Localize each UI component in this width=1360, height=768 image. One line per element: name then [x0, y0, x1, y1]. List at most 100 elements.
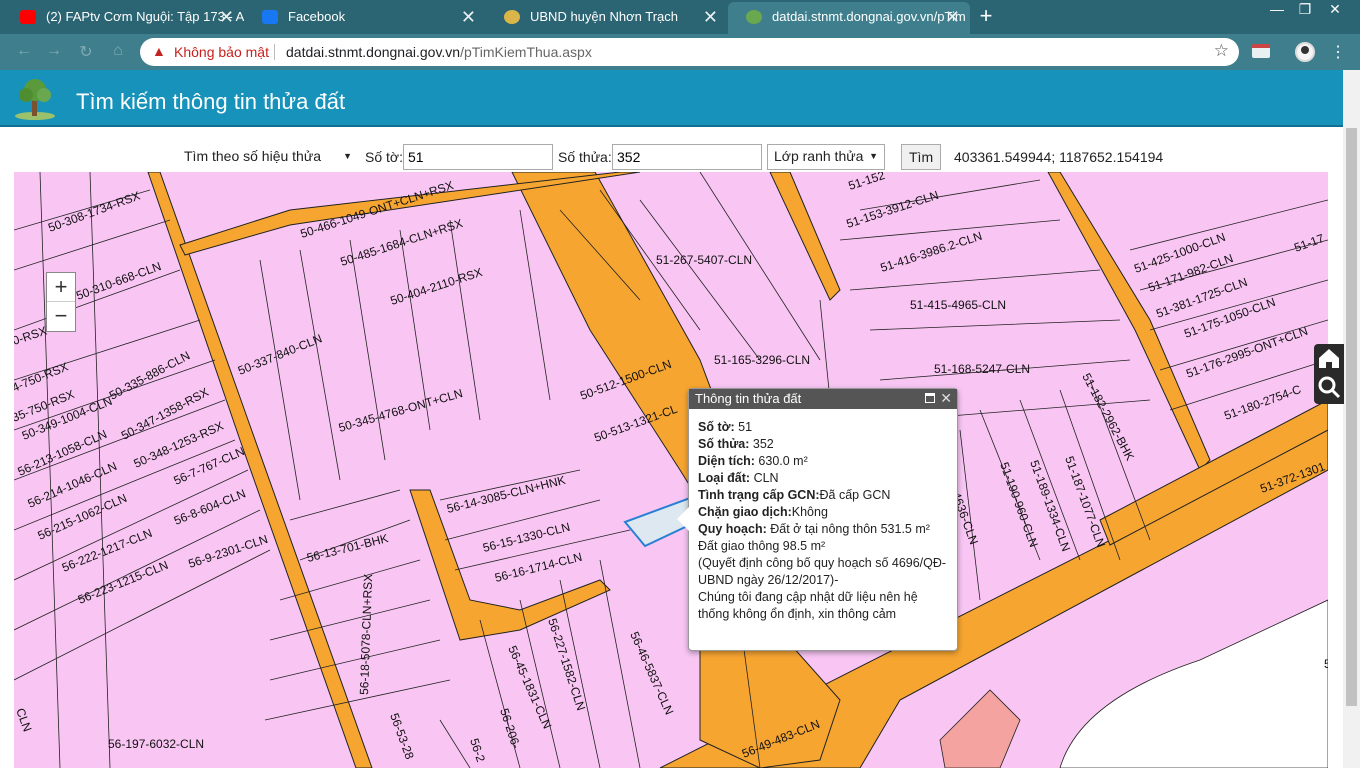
- browser-tab-ubnd[interactable]: UBND huyện Nhơn Trạch ✕: [486, 2, 728, 34]
- tab-title: UBND huyện Nhơn Trạch: [530, 9, 678, 24]
- browser-tab-strip: (2) FAPtv Cơm Nguội: Tập 173 - A ✕ Faceb…: [0, 0, 1360, 34]
- reload-icon[interactable]: ↻: [76, 42, 96, 62]
- field-value: 630.0 m²: [754, 454, 808, 468]
- maximize-icon[interactable]: [925, 393, 935, 403]
- parcel-label: 50-335-886-CLN: [107, 348, 192, 402]
- zoom-in-button[interactable]: +: [47, 273, 75, 302]
- sheet-number-input[interactable]: [403, 144, 553, 170]
- field-land-type: Loại đất: CLN: [698, 470, 948, 487]
- popup-titlebar: Thông tin thửa đất ✕: [689, 389, 957, 409]
- zoom-control: + −: [46, 272, 76, 332]
- field-value: 51: [734, 420, 753, 434]
- parcel-label: 56-15-1330-CLN: [481, 520, 571, 555]
- browser-tab-facebook[interactable]: Facebook ✕: [244, 2, 486, 34]
- browser-tab-datdai[interactable]: datdai.stnmt.dongnai.gov.vn/pTim ✕: [728, 2, 970, 34]
- close-tab-icon[interactable]: ✕: [219, 2, 234, 32]
- tree-logo-icon: [15, 79, 55, 120]
- parcel-label: 56-197-6032-CLN: [108, 737, 204, 751]
- close-window-button[interactable]: ✕: [1320, 0, 1350, 20]
- parcel-label: 51-415-4965-CLN: [910, 298, 1006, 312]
- field-label: Diện tích:: [698, 454, 755, 468]
- minimize-button[interactable]: —: [1262, 0, 1292, 20]
- avatar[interactable]: [1295, 42, 1315, 62]
- field-value: CLN: [750, 471, 779, 485]
- parcel-label: 51-416-3986.2-CLN: [879, 229, 984, 275]
- warning-icon: ▲: [152, 43, 166, 59]
- parcel-label: 56-14-3085-CLN+HNK: [445, 473, 567, 516]
- field-label: Số tờ:: [698, 420, 735, 434]
- home-icon[interactable]: ⌂: [108, 42, 128, 62]
- parcel-label: 51-182-2962-BHK: [1079, 371, 1137, 463]
- close-tab-icon[interactable]: ✕: [945, 2, 960, 32]
- parcel-label: 51-168-5247-CLN: [934, 362, 1030, 376]
- tab-title: Facebook: [288, 9, 346, 24]
- parcel-label: 50-345-4768-ONT+CLN: [337, 386, 464, 435]
- new-tab-button[interactable]: +: [972, 5, 1000, 29]
- home-icon[interactable]: [1319, 349, 1339, 368]
- government-emblem-icon: [504, 10, 520, 24]
- search-mode-select[interactable]: Tìm theo số hiệu thửa đất: [177, 144, 359, 186]
- browser-toolbar: ← → ↻ ⌂ ▲ Không bảo mật datdai.stnmt.don…: [0, 34, 1360, 70]
- parcel-label: 56-18-5078-CLN+RSX: [357, 574, 375, 695]
- url-host: datdai.stnmt.dongnai.gov.vn: [286, 44, 461, 60]
- white-area: [1059, 599, 1328, 768]
- popup-body: Số tờ: 51 Số thửa: 352 Diện tích: 630.0 …: [689, 409, 957, 623]
- parcel-label: 56-227-1582-CLN: [545, 617, 588, 713]
- parcel-label: 51-165-3296-CLN: [714, 353, 810, 367]
- browser-tab-youtube[interactable]: (2) FAPtv Cơm Nguội: Tập 173 - A ✕: [2, 2, 244, 34]
- tab-title: datdai.stnmt.dongnai.gov.vn/pTim: [772, 9, 966, 24]
- address-bar[interactable]: ▲ Không bảo mật datdai.stnmt.dongnai.gov…: [140, 38, 1239, 66]
- parcel-label: 51-152: [847, 172, 887, 193]
- search-icon[interactable]: [1318, 376, 1341, 399]
- parcel-label: 50-404-2110-RSX: [389, 265, 484, 308]
- parcel-number-input[interactable]: [612, 144, 762, 170]
- close-tab-icon[interactable]: ✕: [703, 2, 718, 32]
- bookmark-star-icon[interactable]: ☆: [1214, 41, 1229, 61]
- youtube-icon: [20, 10, 36, 24]
- parcel-label: 56-16-1714-CLN: [493, 550, 583, 585]
- url-path: /pTimKiemThua.aspx: [460, 44, 592, 60]
- field-transaction-block: Chặn giao dịch:Không: [698, 504, 948, 521]
- browser-menu-icon[interactable]: ⋮: [1330, 42, 1346, 62]
- field-sheet: Số tờ: 51: [698, 419, 948, 436]
- parcel-label: 56-223-1215-CLN: [76, 558, 170, 607]
- parcel-label: 56-53-28: [387, 711, 417, 761]
- field-label: Số thửa:: [698, 437, 750, 451]
- facebook-icon: [262, 10, 278, 24]
- search-button[interactable]: Tìm: [901, 144, 942, 170]
- cadastral-map[interactable]: 50-308-1734-RSX 50-310-668-CLN 50-466-1049…: [14, 172, 1328, 768]
- extension-icon[interactable]: [1252, 44, 1270, 58]
- search-controls: Tìm theo số hiệu thửa đất Số tờ: Số thửa…: [0, 128, 1343, 186]
- field-value: Đất ở tại nông thôn 531.5 m²: [766, 522, 930, 536]
- parcel-label: 50-485-1684-CLN+RSX: [339, 216, 465, 269]
- page-header: Tìm kiếm thông tin thửa đất: [0, 70, 1343, 127]
- zoom-out-button[interactable]: −: [47, 302, 75, 331]
- forward-icon[interactable]: →: [44, 42, 64, 62]
- popup-title: Thông tin thửa đất: [695, 391, 802, 406]
- url-text[interactable]: datdai.stnmt.dongnai.gov.vn/pTimKiemThua…: [286, 44, 592, 60]
- parcel-info-popup: Thông tin thửa đất ✕ Số tờ: 51 Số thửa: …: [677, 388, 958, 651]
- parcel-label: 56-9-2301-CLN: [187, 532, 270, 571]
- field-area: Diện tích: 630.0 m²: [698, 453, 948, 470]
- field-value: Đã cấp GCN: [819, 488, 891, 502]
- parcel-label: 51-153-3912-CLN: [845, 188, 941, 231]
- security-label[interactable]: Không bảo mật: [174, 44, 269, 60]
- map-canvas[interactable]: 50-308-1734-RSX50-310-668-CLN50-466-1049…: [14, 172, 1328, 768]
- page-title: Tìm kiếm thông tin thửa đất: [76, 89, 346, 114]
- maximize-button[interactable]: ❐: [1290, 0, 1320, 20]
- parcel-label: 50-337-840-CLN: [236, 331, 324, 377]
- planning-extra: Đất giao thông 98.5 m²: [698, 539, 826, 553]
- field-certificate: Tình trạng cấp GCN:Đã cấp GCN: [698, 487, 948, 504]
- page-scrollbar[interactable]: [1343, 70, 1360, 768]
- planning-decision: (Quyết định công bố quy hoạch số 4696/QĐ…: [698, 556, 947, 587]
- layer-select[interactable]: Lớp ranh thửa: [767, 144, 885, 170]
- parcel-label: Số thửa:: [558, 149, 612, 165]
- field-value: 352: [749, 437, 774, 451]
- field-label: Chặn giao dịch:: [698, 505, 792, 519]
- close-tab-icon[interactable]: ✕: [461, 2, 476, 32]
- close-icon[interactable]: ✕: [940, 388, 952, 408]
- field-label: Quy hoạch:: [698, 522, 767, 536]
- scrollbar-thumb[interactable]: [1346, 128, 1357, 706]
- back-icon[interactable]: ←: [14, 42, 34, 62]
- parcel-label: 4-750-RSX: [14, 360, 70, 395]
